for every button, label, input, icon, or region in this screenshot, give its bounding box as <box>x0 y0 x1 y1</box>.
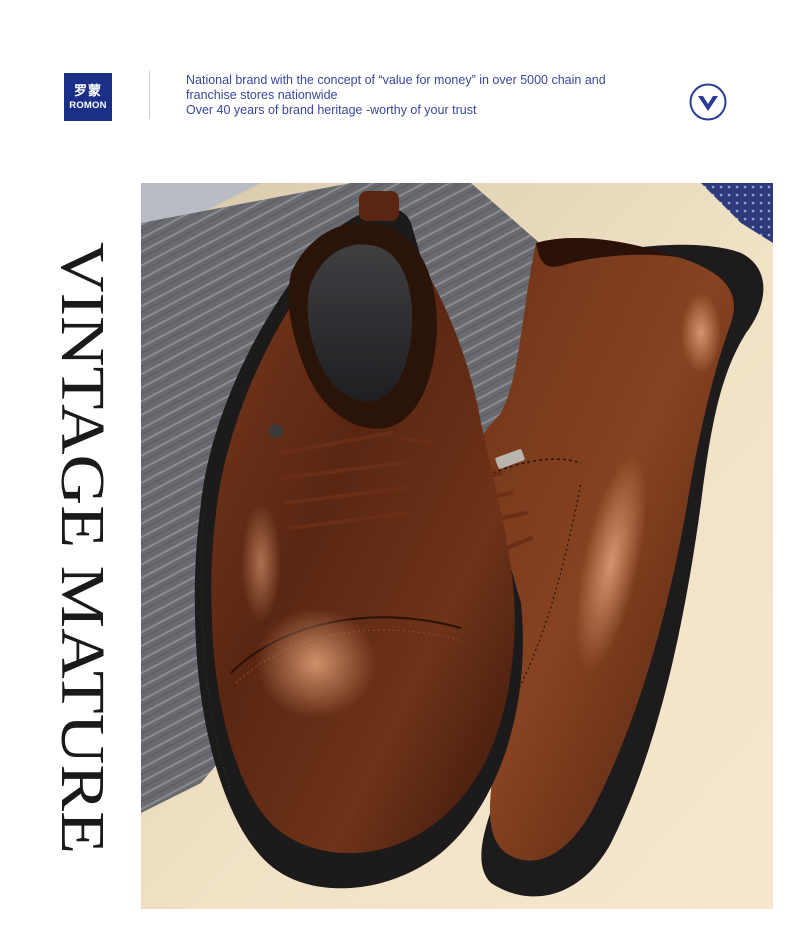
header-divider <box>149 71 150 119</box>
tagline-line-3: Over 40 years of brand heritage -worthy … <box>186 103 477 117</box>
brand-logo-chinese: 罗蒙 <box>73 83 102 99</box>
tagline-line-1: National brand with the concept of “valu… <box>186 73 606 87</box>
brand-header: 罗蒙 ROMON National brand with the concept… <box>0 0 790 180</box>
brand-logo[interactable]: 罗蒙 ROMON <box>64 73 112 121</box>
tagline-line-2: franchise stores nationwide <box>186 88 338 102</box>
vintage-mature-headline: VINTAGE MATURE <box>52 242 110 856</box>
brand-logo-english: ROMON <box>69 99 107 111</box>
headline-text: VINTAGE MATURE <box>52 242 110 854</box>
chevron-down-circle-icon[interactable] <box>689 83 727 121</box>
product-photo-shoes <box>141 183 773 909</box>
brand-tagline: National brand with the concept of “valu… <box>186 73 666 118</box>
